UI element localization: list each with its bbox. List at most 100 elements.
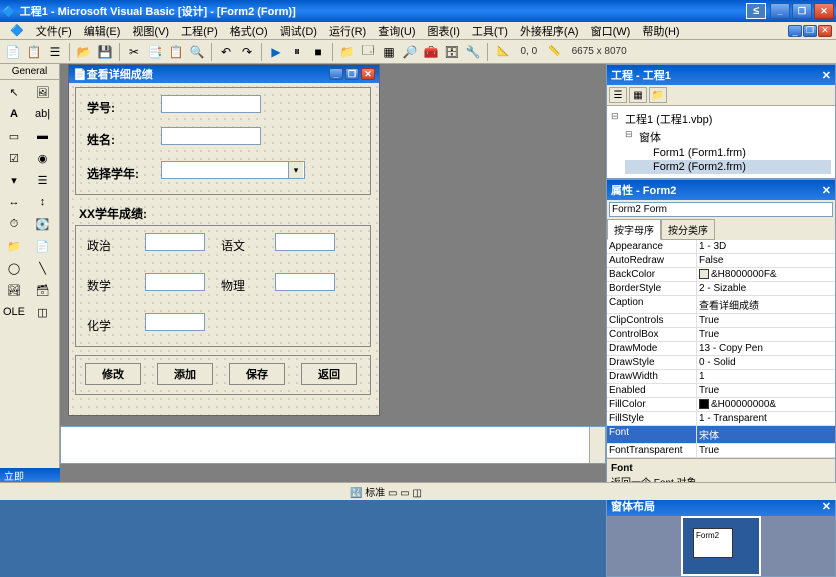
form2-close-button[interactable]: ✕ bbox=[361, 68, 375, 80]
immediate-window[interactable] bbox=[60, 426, 606, 464]
toolbox-button[interactable]: 🧰 bbox=[422, 43, 440, 61]
layout-form[interactable]: Form2 bbox=[693, 528, 733, 558]
dataview-button[interactable]: 🗄 bbox=[443, 43, 461, 61]
menu-chart[interactable]: 图表(I) bbox=[422, 23, 466, 39]
picturebox-tool[interactable]: 🖼 bbox=[31, 82, 55, 102]
property-row[interactable]: AutoRedrawFalse bbox=[607, 254, 835, 268]
tree-form1[interactable]: Form1 (Form1.frm) bbox=[625, 146, 831, 160]
property-row[interactable]: Appearance1 - 3D bbox=[607, 240, 835, 254]
checkbox-tool[interactable]: ☑ bbox=[2, 148, 26, 168]
dirlistbox-tool[interactable]: 📁 bbox=[2, 236, 26, 256]
property-row[interactable]: FillColor&H00000000& bbox=[607, 398, 835, 412]
label-yeargrade[interactable]: XX学年成绩: bbox=[79, 205, 147, 222]
tree-folder[interactable]: 窗体 bbox=[625, 128, 831, 146]
run-button[interactable]: ▶ bbox=[267, 43, 285, 61]
undo-button[interactable]: ↶ bbox=[217, 43, 235, 61]
components-button[interactable]: 🔧 bbox=[464, 43, 482, 61]
form2-minimize-button[interactable]: _ bbox=[329, 68, 343, 80]
listbox-tool[interactable]: ☰ bbox=[31, 170, 55, 190]
viewcode-button[interactable]: ☰ bbox=[609, 87, 627, 103]
immediate-vscroll[interactable] bbox=[589, 427, 605, 463]
menu-tools[interactable]: 工具(T) bbox=[466, 23, 514, 39]
textbox-chinese[interactable] bbox=[275, 233, 335, 251]
properties-button[interactable]: 🗔 bbox=[359, 43, 377, 61]
property-grid[interactable]: Appearance1 - 3DAutoRedrawFalseBackColor… bbox=[607, 240, 835, 458]
project-panel-close[interactable]: ✕ bbox=[822, 69, 831, 82]
menu-view[interactable]: 视图(V) bbox=[126, 23, 175, 39]
togglefolders-button[interactable]: 📁 bbox=[649, 87, 667, 103]
save-button[interactable]: 💾 bbox=[96, 43, 114, 61]
viewobject-button[interactable]: ▦ bbox=[629, 87, 647, 103]
menu-format[interactable]: 格式(O) bbox=[224, 23, 274, 39]
label-tool[interactable]: A bbox=[2, 104, 26, 124]
label-chinese[interactable]: 语文 bbox=[221, 237, 245, 254]
property-row[interactable]: FontTransparentTrue bbox=[607, 444, 835, 458]
textbox-politics[interactable] bbox=[145, 233, 205, 251]
menu-debug[interactable]: 调试(D) bbox=[274, 23, 323, 39]
form2-maximize-button[interactable]: ❐ bbox=[345, 68, 359, 80]
filelistbox-tool[interactable]: 📄 bbox=[31, 236, 55, 256]
label-physics[interactable]: 物理 bbox=[221, 277, 245, 294]
formlayout-area[interactable]: Form2 bbox=[607, 516, 835, 576]
textbox-name[interactable] bbox=[161, 127, 261, 145]
optionbutton-tool[interactable]: ◉ bbox=[31, 148, 55, 168]
menu-help[interactable]: 帮助(H) bbox=[636, 23, 685, 39]
menueditor-button[interactable]: ☰ bbox=[46, 43, 64, 61]
mdi-minimize-button[interactable]: _ bbox=[788, 25, 802, 37]
formlayout-close[interactable]: ✕ bbox=[822, 500, 831, 513]
label-chemistry[interactable]: 化学 bbox=[87, 317, 111, 334]
shape-tool[interactable]: ◯ bbox=[2, 258, 26, 278]
minimize-button[interactable]: _ bbox=[770, 3, 790, 19]
textbox-tool[interactable]: ab| bbox=[31, 104, 55, 124]
project-tree[interactable]: 工程1 (工程1.vbp) 窗体 Form1 (Form1.frm) Form2… bbox=[607, 106, 835, 178]
form2-body[interactable]: 学号: 姓名: 选择学年: XX学年成绩: 政治 语文 数学 物理 化学 bbox=[69, 83, 379, 415]
pointer-tool[interactable]: ↖ bbox=[2, 82, 26, 102]
menu-window[interactable]: 窗口(W) bbox=[585, 23, 637, 39]
objectbrowser-button[interactable]: 🔎 bbox=[401, 43, 419, 61]
add-button[interactable]: 添加 bbox=[157, 363, 213, 385]
property-row[interactable]: Font宋体 bbox=[607, 426, 835, 444]
property-row[interactable]: ControlBoxTrue bbox=[607, 328, 835, 342]
property-row[interactable]: DrawStyle0 - Solid bbox=[607, 356, 835, 370]
redo-button[interactable]: ↷ bbox=[238, 43, 256, 61]
form2-window[interactable]: 📄 查看详细成绩 _ ❐ ✕ 学号: 姓名: 选择学年: XX学年成绩: 政治 bbox=[68, 64, 380, 416]
mdi-restore-button[interactable]: ❐ bbox=[803, 25, 817, 37]
menu-sys-icon[interactable]: 🔷 bbox=[4, 24, 30, 37]
tab-alphabetic[interactable]: 按字母序 bbox=[607, 219, 661, 240]
immediate-titlebar[interactable]: 立即 bbox=[0, 468, 60, 482]
project-explorer-button[interactable]: 📁 bbox=[338, 43, 356, 61]
label-politics[interactable]: 政治 bbox=[87, 237, 111, 254]
back-button[interactable]: 返回 bbox=[301, 363, 357, 385]
menu-addins[interactable]: 外接程序(A) bbox=[514, 23, 585, 39]
property-row[interactable]: DrawMode13 - Copy Pen bbox=[607, 342, 835, 356]
property-row[interactable]: FillStyle1 - Transparent bbox=[607, 412, 835, 426]
paste-button[interactable]: 📋 bbox=[167, 43, 185, 61]
tree-form2[interactable]: Form2 (Form2.frm) bbox=[625, 160, 831, 174]
menu-file[interactable]: 文件(F) bbox=[30, 23, 78, 39]
label-name[interactable]: 姓名: bbox=[87, 131, 115, 148]
timer-tool[interactable]: ⏱ bbox=[2, 214, 26, 234]
combobox-tool[interactable]: ▾ bbox=[2, 170, 26, 190]
label-sno[interactable]: 学号: bbox=[87, 99, 115, 116]
vscrollbar-tool[interactable]: ↕ bbox=[31, 192, 55, 212]
find-button[interactable]: 🔍 bbox=[188, 43, 206, 61]
frame-tool[interactable]: ▭ bbox=[2, 126, 26, 146]
menu-project[interactable]: 工程(P) bbox=[175, 23, 224, 39]
mdi-close-button[interactable]: ✕ bbox=[818, 25, 832, 37]
saveform-button[interactable]: 保存 bbox=[229, 363, 285, 385]
property-row[interactable]: Caption查看详细成绩 bbox=[607, 296, 835, 314]
properties-panel-close[interactable]: ✕ bbox=[822, 184, 831, 197]
combo-year[interactable] bbox=[161, 161, 305, 179]
label-math[interactable]: 数学 bbox=[87, 277, 111, 294]
addproject-button[interactable]: 📄 bbox=[4, 43, 22, 61]
maximize-button[interactable]: ❐ bbox=[792, 3, 812, 19]
stop-button[interactable]: ■ bbox=[309, 43, 327, 61]
textbox-physics[interactable] bbox=[275, 273, 335, 291]
modify-button[interactable]: 修改 bbox=[85, 363, 141, 385]
formlayout-button[interactable]: ▦ bbox=[380, 43, 398, 61]
image-tool[interactable]: 🏞 bbox=[2, 280, 26, 300]
line-tool[interactable]: ╲ bbox=[31, 258, 55, 278]
data-tool[interactable]: 🗃 bbox=[31, 280, 55, 300]
tab-categorized[interactable]: 按分类序 bbox=[661, 219, 715, 240]
commandbutton-tool[interactable]: ▬ bbox=[31, 126, 55, 146]
